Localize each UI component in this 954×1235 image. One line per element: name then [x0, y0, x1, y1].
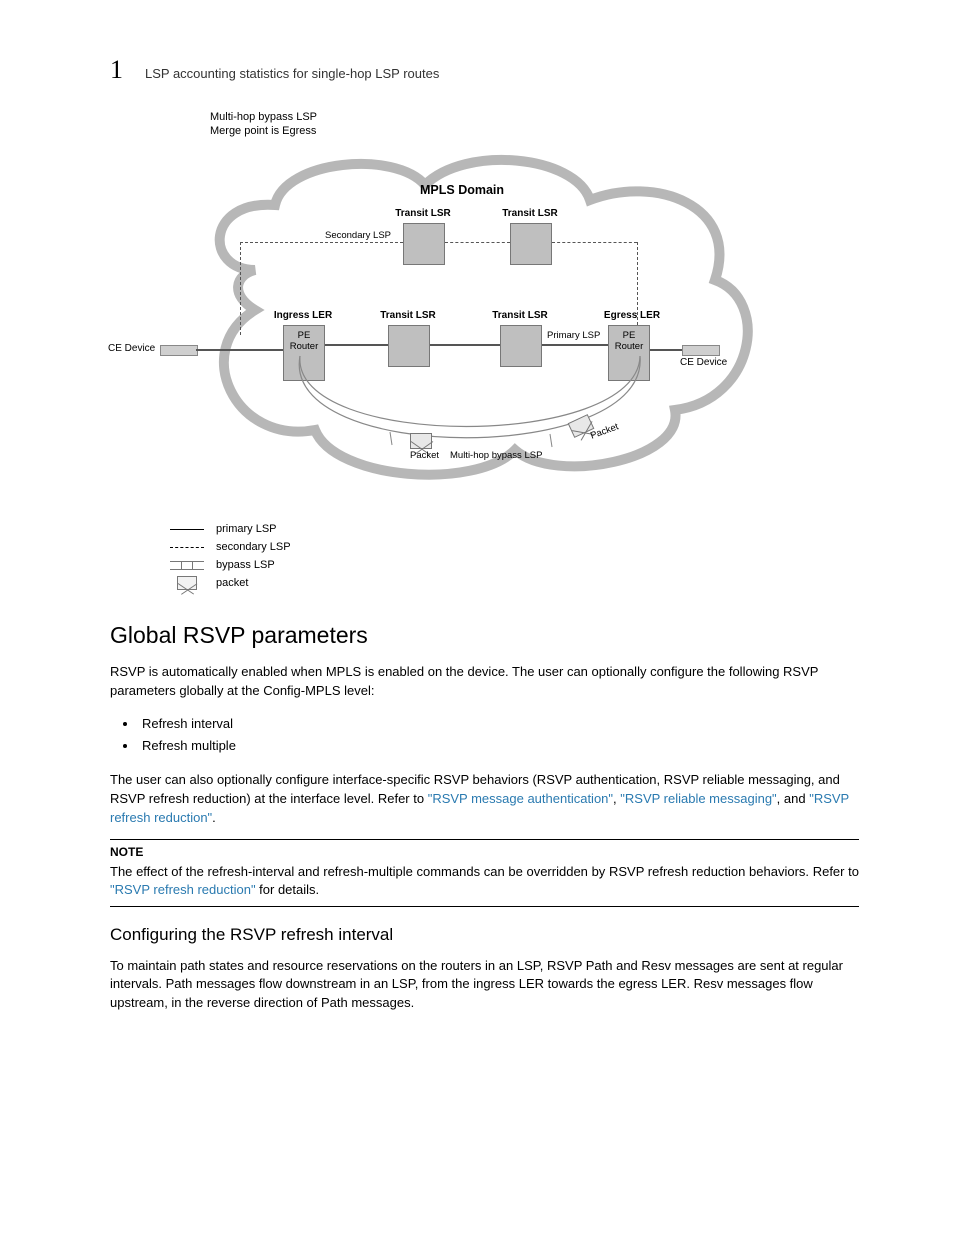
rsvp-param-refresh-interval: Refresh interval	[138, 713, 859, 735]
legend-packet-swatch	[170, 576, 204, 590]
ce-left-label: CE Device	[108, 343, 155, 354]
legend-secondary-swatch	[170, 547, 204, 548]
page: 1 LSP accounting statistics for single-h…	[0, 0, 954, 1235]
packet-label-1: Packet	[410, 450, 439, 461]
link-rsvp-reliable[interactable]: "RSVP reliable messaging"	[620, 791, 776, 806]
legend-primary-label: primary LSP	[216, 523, 277, 535]
mid-transit-lsr-1-label: Transit LSR	[373, 310, 443, 321]
mpls-domain-label: MPLS Domain	[420, 183, 504, 197]
egress-ler-label: Egress LER	[597, 310, 667, 321]
figure-wrap: Multi-hop bypass LSP Merge point is Egre…	[110, 120, 859, 592]
secondary-lsp-label: Secondary LSP	[325, 230, 391, 241]
secondary-lsp-line-2	[445, 242, 510, 243]
primary-lsp-line-1	[325, 344, 388, 346]
caption-line-2: Merge point is Egress	[210, 125, 316, 137]
ingress-ler-label: Ingress LER	[268, 310, 338, 321]
legend-bypass-label: bypass LSP	[216, 559, 275, 571]
legend-packet: packet	[170, 574, 859, 592]
mpls-diagram: Multi-hop bypass LSP Merge point is Egre…	[90, 120, 820, 500]
legend-bypass-swatch	[170, 561, 204, 570]
running-header-title: LSP accounting statistics for single-hop…	[145, 66, 439, 81]
link-rsvp-auth[interactable]: "RSVP message authentication"	[428, 791, 613, 806]
primary-lsp-line-3	[542, 344, 608, 346]
top-transit-lsr-1	[403, 223, 445, 265]
chapter-number: 1	[110, 55, 123, 85]
top-transit-lsr-1-label: Transit LSR	[388, 208, 458, 219]
secondary-lsp-vline-left	[240, 242, 241, 335]
rsvp-if-text-d: .	[212, 810, 216, 825]
rsvp-if-text-c: , and	[777, 791, 810, 806]
rsvp-intro-paragraph: RSVP is automatically enabled when MPLS …	[110, 663, 859, 701]
mid-transit-lsr-2-label: Transit LSR	[485, 310, 555, 321]
note-body-b: for details.	[256, 882, 320, 897]
caption-line-1: Multi-hop bypass LSP	[210, 111, 317, 123]
note-block: NOTE The effect of the refresh-interval …	[110, 839, 859, 906]
legend-primary: primary LSP	[170, 520, 859, 538]
note-head: NOTE	[110, 844, 859, 861]
legend-primary-swatch	[170, 529, 204, 530]
legend-secondary-label: secondary LSP	[216, 541, 291, 553]
secondary-lsp-vline-right	[637, 242, 638, 335]
legend-secondary: secondary LSP	[170, 538, 859, 556]
packet-icon-1	[410, 433, 432, 449]
rsvp-param-list: Refresh interval Refresh multiple	[110, 713, 859, 757]
top-transit-lsr-2	[510, 223, 552, 265]
primary-lsp-label: Primary LSP	[547, 330, 600, 341]
note-body-a: The effect of the refresh-interval and r…	[110, 864, 859, 879]
primary-lsp-line-2	[430, 344, 500, 346]
figure-caption: Multi-hop bypass LSP Merge point is Egre…	[210, 110, 317, 139]
ce-left-box	[160, 345, 198, 356]
top-transit-lsr-2-label: Transit LSR	[495, 208, 565, 219]
refresh-interval-paragraph: To maintain path states and resource res…	[110, 957, 859, 1014]
secondary-lsp-line-1	[240, 242, 403, 243]
legend-bypass: bypass LSP	[170, 556, 859, 574]
legend-packet-label: packet	[216, 577, 248, 589]
section-heading-global-rsvp: Global RSVP parameters	[110, 622, 859, 649]
link-note-refresh-reduction[interactable]: "RSVP refresh reduction"	[110, 882, 256, 897]
secondary-lsp-line-3	[552, 242, 637, 243]
figure-legend: primary LSP secondary LSP bypass LSP pac…	[170, 520, 859, 592]
rsvp-param-refresh-multiple: Refresh multiple	[138, 735, 859, 757]
rsvp-interface-paragraph: The user can also optionally configure i…	[110, 771, 859, 828]
page-header: 1 LSP accounting statistics for single-h…	[110, 55, 859, 85]
bypass-lsp-label: Multi-hop bypass LSP	[450, 450, 542, 461]
subsection-heading-refresh-interval: Configuring the RSVP refresh interval	[110, 925, 859, 945]
